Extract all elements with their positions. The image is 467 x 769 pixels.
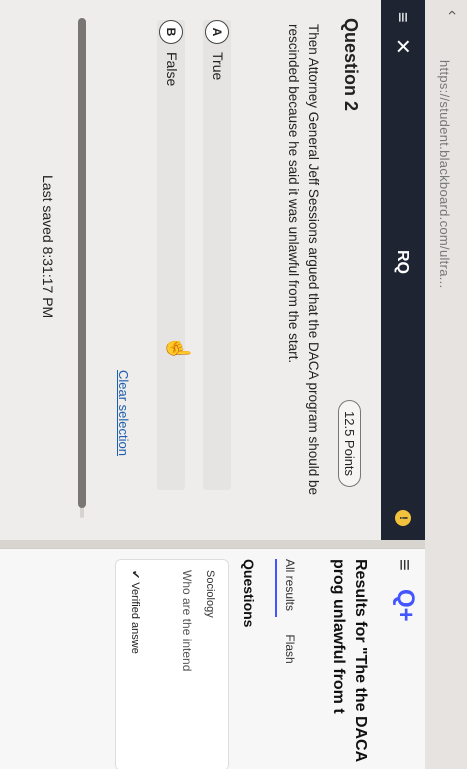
question-text: Then Attorney General Jeff Sessions argu… bbox=[286, 24, 321, 496]
tab-flashcards[interactable]: Flash bbox=[283, 634, 297, 663]
points-badge: 12.5 Points bbox=[338, 400, 361, 488]
verified-answer-badge: ✔ Verified answe bbox=[129, 570, 141, 654]
question-panel: Question 2 12.5 Points Then Attorney Gen… bbox=[0, 0, 381, 540]
results-heading: Results for "The the DACA prog unlawful … bbox=[330, 559, 369, 762]
screen: ‹ https://student.blackboard.com/ultra..… bbox=[0, 0, 467, 769]
menu-icon[interactable]: ≡ bbox=[392, 559, 415, 571]
option-letter: A bbox=[205, 20, 229, 44]
card-subject: Sociology bbox=[204, 570, 216, 618]
logo-icon[interactable]: Q+ bbox=[391, 589, 419, 622]
result-card[interactable]: Sociology Who are the intend ✔ Verified … bbox=[115, 559, 229, 769]
option-label: True bbox=[210, 52, 226, 81]
verified-label: Verified answe bbox=[129, 582, 141, 654]
option-letter: B bbox=[159, 20, 183, 44]
help-icon[interactable]: ! bbox=[395, 510, 411, 526]
questions-heading: Questions bbox=[241, 559, 257, 628]
active-tab-indicator bbox=[275, 559, 277, 617]
option-true[interactable]: A True bbox=[203, 20, 231, 490]
quiz-header: ≡ ✕ RQ ! bbox=[381, 0, 425, 540]
pointer-cursor-icon: ☝ bbox=[166, 335, 191, 363]
back-icon[interactable]: ‹ bbox=[443, 10, 461, 15]
option-label: False bbox=[164, 52, 180, 87]
clear-selection-link[interactable]: Clear selection bbox=[116, 370, 131, 456]
scrollbar-thumb[interactable] bbox=[78, 18, 86, 508]
browser-toolbar: ‹ https://student.blackboard.com/ultra..… bbox=[424, 0, 467, 769]
page-title: RQ bbox=[394, 250, 411, 274]
address-bar[interactable]: https://student.blackboard.com/ultra... bbox=[437, 60, 452, 288]
search-results-panel: ≡ Q+ Results for "The the DACA prog unla… bbox=[0, 548, 425, 769]
close-icon[interactable]: ✕ bbox=[390, 38, 415, 55]
option-false[interactable]: B False bbox=[157, 20, 185, 490]
last-saved-status: Last saved 8:31:17 PM bbox=[40, 175, 56, 319]
panel-divider[interactable] bbox=[0, 540, 425, 548]
menu-icon[interactable]: ≡ bbox=[392, 12, 413, 23]
results-tabs: All results Flash bbox=[283, 559, 297, 684]
tab-all-results[interactable]: All results bbox=[283, 559, 297, 611]
card-question: Who are the intend bbox=[180, 570, 194, 672]
question-title: Question 2 bbox=[341, 18, 361, 112]
horizontal-scrollbar[interactable] bbox=[78, 8, 86, 528]
